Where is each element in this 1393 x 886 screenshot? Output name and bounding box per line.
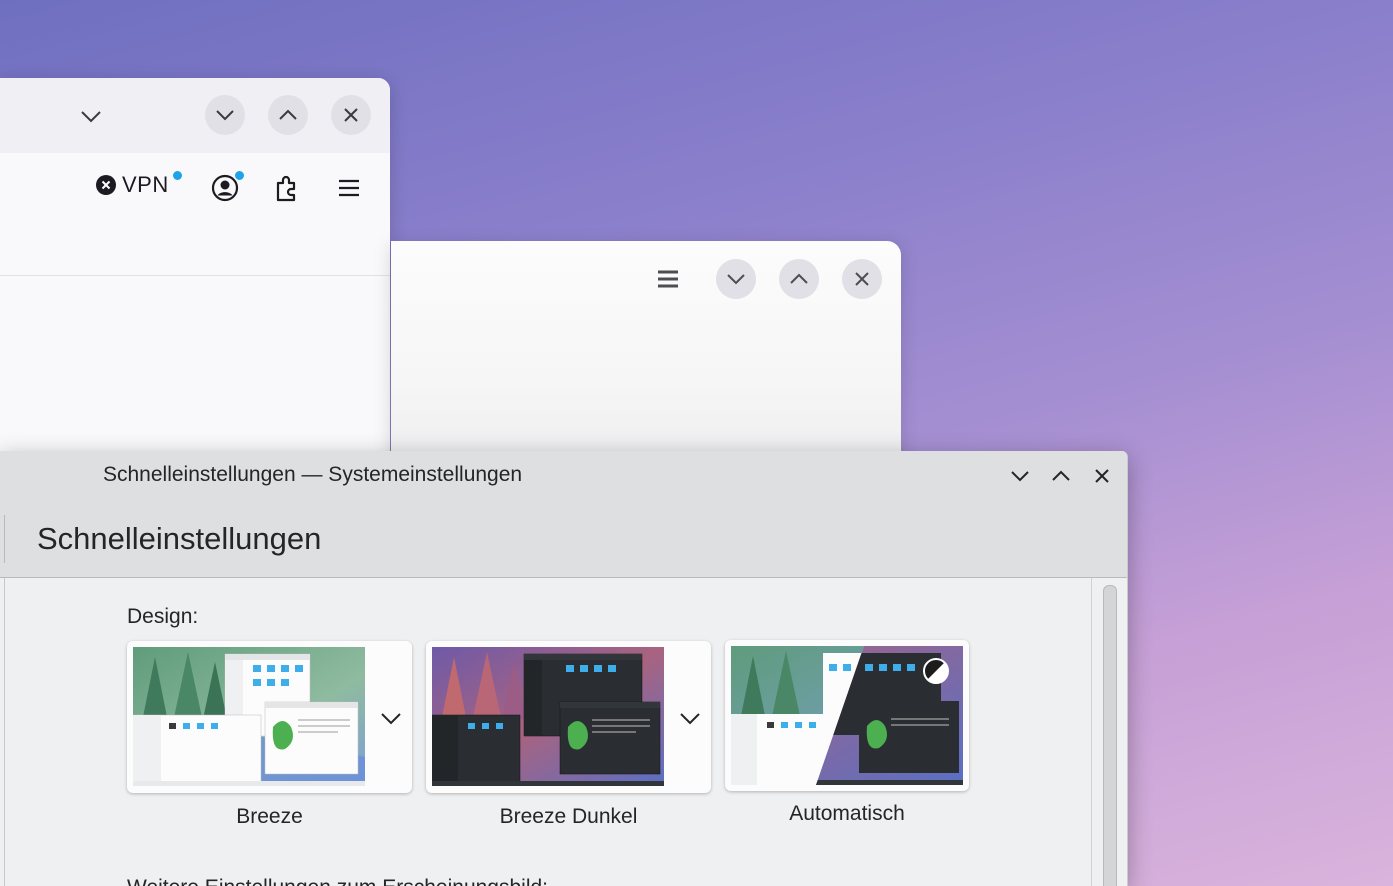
header-divider: [4, 515, 5, 563]
chevron-down-icon: [1011, 471, 1029, 482]
breeze-preview-image: [133, 647, 365, 786]
second-close-button[interactable]: [842, 259, 882, 299]
settings-maximize-button[interactable]: [1047, 462, 1075, 490]
content-border: [4, 578, 5, 886]
more-appearance-settings-label: Weitere Einstellungen zum Erscheinungsbi…: [127, 876, 548, 886]
close-icon: [344, 108, 358, 122]
browser-maximize-button[interactable]: [268, 95, 308, 135]
breeze-options-chevron-icon[interactable]: [378, 705, 404, 731]
breeze-dark-options-chevron-icon[interactable]: [677, 705, 703, 731]
menu-icon[interactable]: [334, 174, 364, 202]
settings-close-button[interactable]: [1088, 462, 1116, 490]
chevron-up-icon: [790, 273, 808, 284]
chevron-up-icon: [279, 109, 297, 120]
browser-toolbar: [0, 153, 390, 276]
second-maximize-button[interactable]: [779, 259, 819, 299]
hamburger-menu-icon[interactable]: [655, 266, 681, 292]
close-icon: [855, 272, 869, 286]
account-notification-dot: [234, 170, 245, 181]
settings-minimize-button[interactable]: [1006, 462, 1034, 490]
list-all-tabs-chevron-icon[interactable]: [78, 104, 104, 130]
scrollbar-thumb[interactable]: [1103, 585, 1117, 886]
extensions-icon[interactable]: [272, 173, 302, 203]
design-label: Design:: [127, 605, 199, 628]
window-title: Schnelleinstellungen — Systemeinstellung…: [103, 463, 523, 486]
browser-titlebar: [0, 78, 390, 153]
theme-card-automatic[interactable]: [725, 640, 969, 791]
chevron-up-icon: [1052, 470, 1070, 481]
chevron-down-icon: [727, 274, 745, 285]
automatic-preview-image: [731, 646, 963, 785]
scrollbar[interactable]: [1091, 578, 1127, 886]
theme-label-breeze-dark: Breeze Dunkel: [499, 805, 638, 828]
theme-card-breeze[interactable]: [127, 641, 412, 793]
vpn-button[interactable]: VPN: [96, 172, 169, 197]
vpn-disconnected-icon: [96, 175, 116, 195]
page-title: Schnelleinstellungen: [37, 521, 322, 556]
browser-close-button[interactable]: [331, 95, 371, 135]
theme-label-breeze: Breeze: [236, 805, 303, 828]
theme-card-breeze-dark[interactable]: [426, 641, 711, 793]
chevron-down-icon: [216, 110, 234, 121]
theme-label-automatic: Automatisch: [789, 802, 905, 825]
second-minimize-button[interactable]: [716, 259, 756, 299]
page-header: Schnelleinstellungen: [0, 501, 1127, 578]
close-icon: [1095, 469, 1109, 483]
settings-titlebar[interactable]: Schnelleinstellungen — Systemeinstellung…: [0, 451, 1127, 501]
browser-minimize-button[interactable]: [205, 95, 245, 135]
breeze-dark-preview-image: [432, 647, 664, 786]
system-settings-window: Schnelleinstellungen — Systemeinstellung…: [0, 451, 1128, 886]
vpn-label: VPN: [122, 172, 169, 197]
browser-window: VPN: [0, 78, 390, 498]
vpn-notification-dot: [172, 170, 183, 181]
